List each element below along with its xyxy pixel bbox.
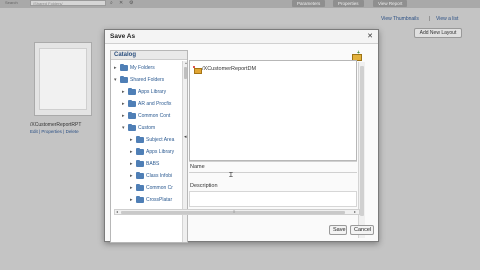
refresh-icon[interactable]: ✕ xyxy=(119,0,123,6)
description-label: Description xyxy=(190,183,218,189)
folder-contents-panel: /XCustomerReportDM xyxy=(189,60,357,161)
expand-arrow-icon[interactable]: ▸ xyxy=(122,87,127,97)
scrollbar-grip-icon: ≡ xyxy=(233,209,236,214)
dialog-scrollbar-thumb[interactable] xyxy=(360,66,364,216)
cancel-button[interactable]: Cancel xyxy=(350,225,374,235)
folder-icon xyxy=(120,63,128,71)
tree-item-label[interactable]: BABS xyxy=(146,159,159,169)
layout-thumbnail[interactable] xyxy=(34,42,92,116)
expand-arrow-icon[interactable]: ▸ xyxy=(122,111,127,121)
folder-icon xyxy=(136,159,144,167)
view-report-button[interactable]: View Report xyxy=(373,0,408,7)
tree-item-label[interactable]: Common Cr xyxy=(146,183,173,193)
folder-icon xyxy=(136,195,144,203)
folder-icon xyxy=(136,183,144,191)
layout-thumbnail-links[interactable]: Edit | Properties | Delete xyxy=(30,129,79,134)
report-item-label[interactable]: /XCustomerReportDM xyxy=(202,66,256,73)
divider xyxy=(189,161,357,162)
tree-item-label[interactable]: Apps Library xyxy=(146,147,174,157)
report-icon xyxy=(193,66,202,74)
background-search-placeholder: /Shared Folders/ xyxy=(33,1,63,6)
text-cursor-icon: Ɪ xyxy=(229,172,233,179)
name-label: Name xyxy=(190,164,205,170)
tree-item-label[interactable]: Shared Folders xyxy=(130,75,164,85)
scroll-right-icon[interactable]: ▸ xyxy=(354,209,356,214)
dialog-title: Save As xyxy=(110,33,136,40)
search-icon[interactable]: ⌕ xyxy=(110,0,113,6)
folder-icon xyxy=(136,147,144,155)
folder-icon xyxy=(128,99,136,107)
collapse-arrow-icon[interactable]: ▾ xyxy=(114,75,119,85)
tree-item-label[interactable]: AR and Procfix xyxy=(138,99,171,109)
expand-arrow-icon[interactable]: ▸ xyxy=(130,195,135,205)
description-field[interactable] xyxy=(189,191,357,207)
folder-icon xyxy=(136,135,144,143)
tree-item-label[interactable]: Apps Library xyxy=(138,87,166,97)
view-list-link[interactable]: View a list xyxy=(436,16,458,22)
folder-icon xyxy=(136,171,144,179)
name-field[interactable] xyxy=(189,172,357,173)
horizontal-scrollbar[interactable]: ◂ ≡ ▸ xyxy=(114,209,360,215)
folder-icon xyxy=(128,123,136,131)
expand-arrow-icon[interactable]: ▸ xyxy=(122,99,127,109)
expand-arrow-icon[interactable]: ▸ xyxy=(130,135,135,145)
close-icon[interactable]: ✕ xyxy=(367,32,373,40)
tree-item-label[interactable]: Custom xyxy=(138,123,155,133)
folder-icon xyxy=(128,87,136,95)
tree-item-label[interactable]: CrossPlatar xyxy=(146,195,172,205)
view-link-separator: | xyxy=(429,16,431,22)
tree-item-label[interactable]: Subject Area xyxy=(146,135,174,145)
folder-icon xyxy=(128,111,136,119)
dialog-titlebar[interactable]: Save As ✕ xyxy=(105,30,378,44)
catalog-header: Catalog xyxy=(111,51,187,60)
expand-arrow-icon[interactable]: ▸ xyxy=(130,147,135,157)
scroll-left-icon[interactable]: ◂ xyxy=(116,209,118,214)
settings-icon[interactable]: ⚙ xyxy=(129,0,133,6)
background-search-label: Search xyxy=(5,0,18,5)
expand-arrow-icon[interactable]: ▸ xyxy=(130,183,135,193)
layout-thumbnail-title: /XCustomerReportRPT xyxy=(30,122,82,128)
expand-arrow-icon[interactable]: ▸ xyxy=(130,159,135,169)
collapse-panel-icon[interactable]: ◂ xyxy=(184,134,187,140)
add-new-layout-button[interactable]: Add New Layout xyxy=(414,28,462,38)
tree-item-label[interactable]: Common Cont xyxy=(138,111,170,121)
expand-arrow-icon[interactable]: ▸ xyxy=(114,63,119,73)
view-thumbnails-link[interactable]: View Thumbnails xyxy=(381,16,419,22)
folder-icon xyxy=(120,75,128,83)
scroll-up-icon[interactable]: ▲ xyxy=(183,61,188,65)
save-button[interactable]: Save xyxy=(329,225,347,235)
new-folder-icon[interactable] xyxy=(352,50,362,61)
properties-button[interactable]: Properties xyxy=(333,0,364,7)
catalog-header-label: Catalog xyxy=(114,52,137,58)
parameters-button[interactable]: Parameters xyxy=(292,0,326,7)
tree-item-label[interactable]: Class Infobi xyxy=(146,171,172,181)
catalog-scrollbar-thumb[interactable] xyxy=(184,67,187,79)
expand-arrow-icon[interactable]: ▸ xyxy=(130,171,135,181)
background-search-input[interactable]: /Shared Folders/ xyxy=(30,0,106,6)
save-as-dialog: Save As ✕ Catalog ▸ My Folders ▾ Shared … xyxy=(104,29,379,243)
collapse-arrow-icon[interactable]: ▾ xyxy=(122,123,127,133)
tree-item-label[interactable]: My Folders xyxy=(130,63,155,73)
